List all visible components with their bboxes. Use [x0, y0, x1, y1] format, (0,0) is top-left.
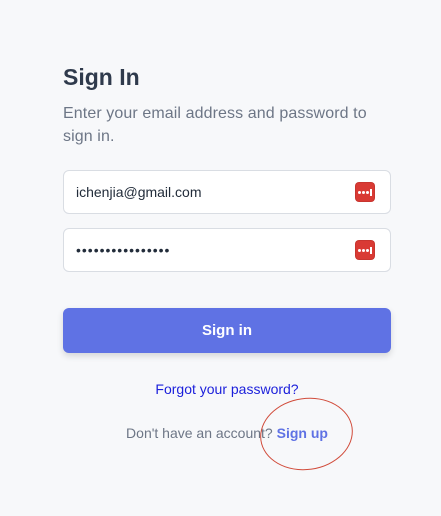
page-subtitle: Enter your email address and password to…: [63, 105, 367, 145]
password-field-wrapper: [63, 228, 391, 272]
signup-row: Don't have an account? Sign up: [63, 424, 391, 442]
sign-up-link[interactable]: Sign up: [277, 425, 328, 441]
signup-prompt: Don't have an account?: [126, 425, 273, 441]
signin-page: Sign In Enter your email address and pas…: [0, 0, 441, 516]
email-field-wrapper: [63, 170, 391, 214]
forgot-password-link[interactable]: Forgot your password?: [155, 381, 298, 397]
password-manager-icon[interactable]: [355, 182, 375, 202]
page-title: Sign In: [63, 64, 140, 90]
forgot-password-row: Forgot your password?: [63, 380, 391, 398]
email-input[interactable]: [64, 171, 390, 213]
sign-in-button[interactable]: Sign in: [63, 308, 391, 353]
password-manager-icon[interactable]: [355, 240, 375, 260]
signin-form: Sign In Enter your email address and pas…: [63, 62, 391, 442]
password-input[interactable]: [64, 229, 390, 271]
